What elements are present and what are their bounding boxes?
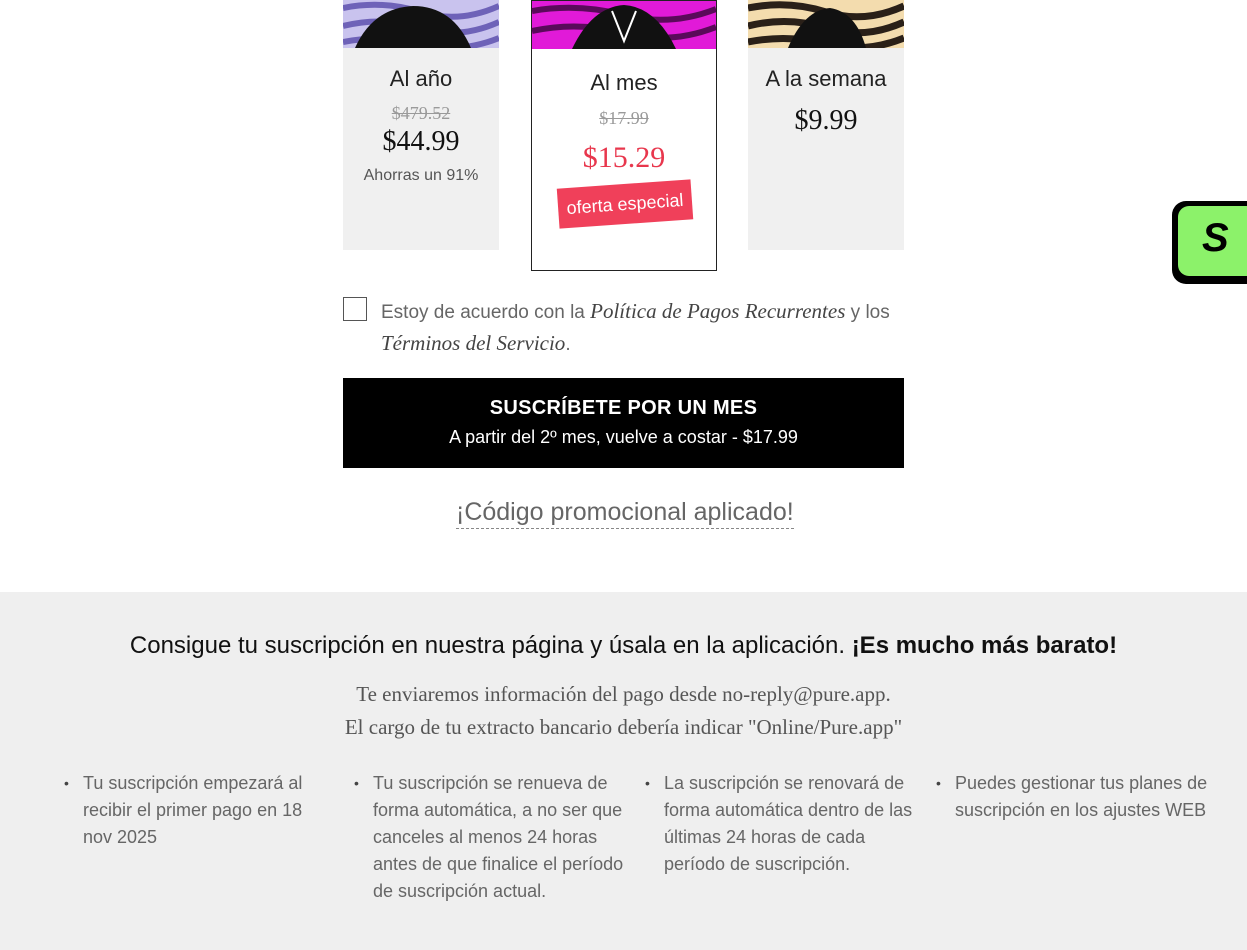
plan-card-month[interactable]: Al mes $17.99 $15.29 oferta especial xyxy=(531,0,717,271)
subscribe-button-title: SUSCRÍBETE POR UN MES xyxy=(489,397,758,419)
consent-text-end: . xyxy=(565,334,571,355)
plan-title: Al mes xyxy=(590,70,658,95)
side-widget-face: S xyxy=(1178,206,1247,276)
plan-price: $15.29 xyxy=(582,141,666,174)
subscribe-button-subtitle: A partir del 2º mes, vuelve a costar - $… xyxy=(449,427,798,447)
info-title: Consigue tu suscripción en nuestra págin… xyxy=(0,632,1247,660)
recurring-payments-policy-link[interactable]: Política de Pagos Recurrentes xyxy=(590,299,845,323)
bullet-icon: • xyxy=(354,775,359,791)
plan-title: A la semana xyxy=(765,66,887,91)
info-bullet-text: La suscripción se renovará de forma auto… xyxy=(664,773,913,874)
terms-of-service-link[interactable]: Términos del Servicio xyxy=(381,331,565,355)
info-bullet: • La suscripción se renovará de forma au… xyxy=(645,770,919,878)
plan-price: $44.99 xyxy=(382,126,460,157)
plan-price: $9.99 xyxy=(794,105,858,136)
bullet-icon: • xyxy=(645,775,650,791)
plan-card-week[interactable]: A la semana $9.99 xyxy=(748,0,904,250)
info-bullet: • Tu suscripción se renueva de forma aut… xyxy=(354,770,628,905)
plan-title: Al año xyxy=(389,66,453,91)
terms-consent-text: Estoy de acuerdo con la Política de Pago… xyxy=(381,296,921,360)
plan-image-year xyxy=(343,0,499,48)
subscribe-button[interactable]: SUSCRÍBETE POR UN MES A partir del 2º me… xyxy=(343,378,904,468)
promo-code-applied-link[interactable]: ¡Código promocional aplicado! xyxy=(456,496,794,529)
info-payment-email: Te enviaremos información del pago desde… xyxy=(356,682,891,706)
info-bullet-text: Puedes gestionar tus planes de suscripci… xyxy=(955,773,1208,820)
plan-image-week xyxy=(748,0,904,48)
consent-text-before: Estoy de acuerdo con la xyxy=(381,302,591,323)
info-bullet: • Puedes gestionar tus planes de suscrip… xyxy=(936,770,1210,824)
plan-old-price: $17.99 xyxy=(599,108,649,128)
bullet-icon: • xyxy=(64,775,69,791)
plan-old-price: $479.52 xyxy=(391,103,451,123)
special-offer-badge: oferta especial xyxy=(556,179,694,229)
info-bullet-text: Tu suscripción se renueva de forma autom… xyxy=(373,773,624,901)
info-title-regular: Consigue tu suscripción en nuestra págin… xyxy=(129,632,852,659)
plan-image-month xyxy=(532,1,716,49)
info-section: Consigue tu suscripción en nuestra págin… xyxy=(0,592,1247,950)
plan-saving: Ahorras un 91% xyxy=(363,167,479,184)
side-widget-button[interactable]: S xyxy=(1172,201,1247,284)
side-widget-letter-icon: S xyxy=(1202,216,1229,260)
info-bullet-text: Tu suscripción empezará al recibir el pr… xyxy=(83,773,303,847)
page: Al año $479.52 $44.99 Ahorras un 91% Al … xyxy=(0,0,1247,950)
info-bank-statement: El cargo de tu extracto bancario debería… xyxy=(344,715,903,739)
info-title-bold: ¡Es mucho más barato! xyxy=(851,632,1118,659)
info-bullet: • Tu suscripción empezará al recibir el … xyxy=(64,770,328,851)
bullet-icon: • xyxy=(936,775,941,791)
consent-text-middle: y los xyxy=(845,302,890,323)
plan-card-year[interactable]: Al año $479.52 $44.99 Ahorras un 91% xyxy=(343,0,499,250)
terms-checkbox[interactable] xyxy=(343,297,367,321)
